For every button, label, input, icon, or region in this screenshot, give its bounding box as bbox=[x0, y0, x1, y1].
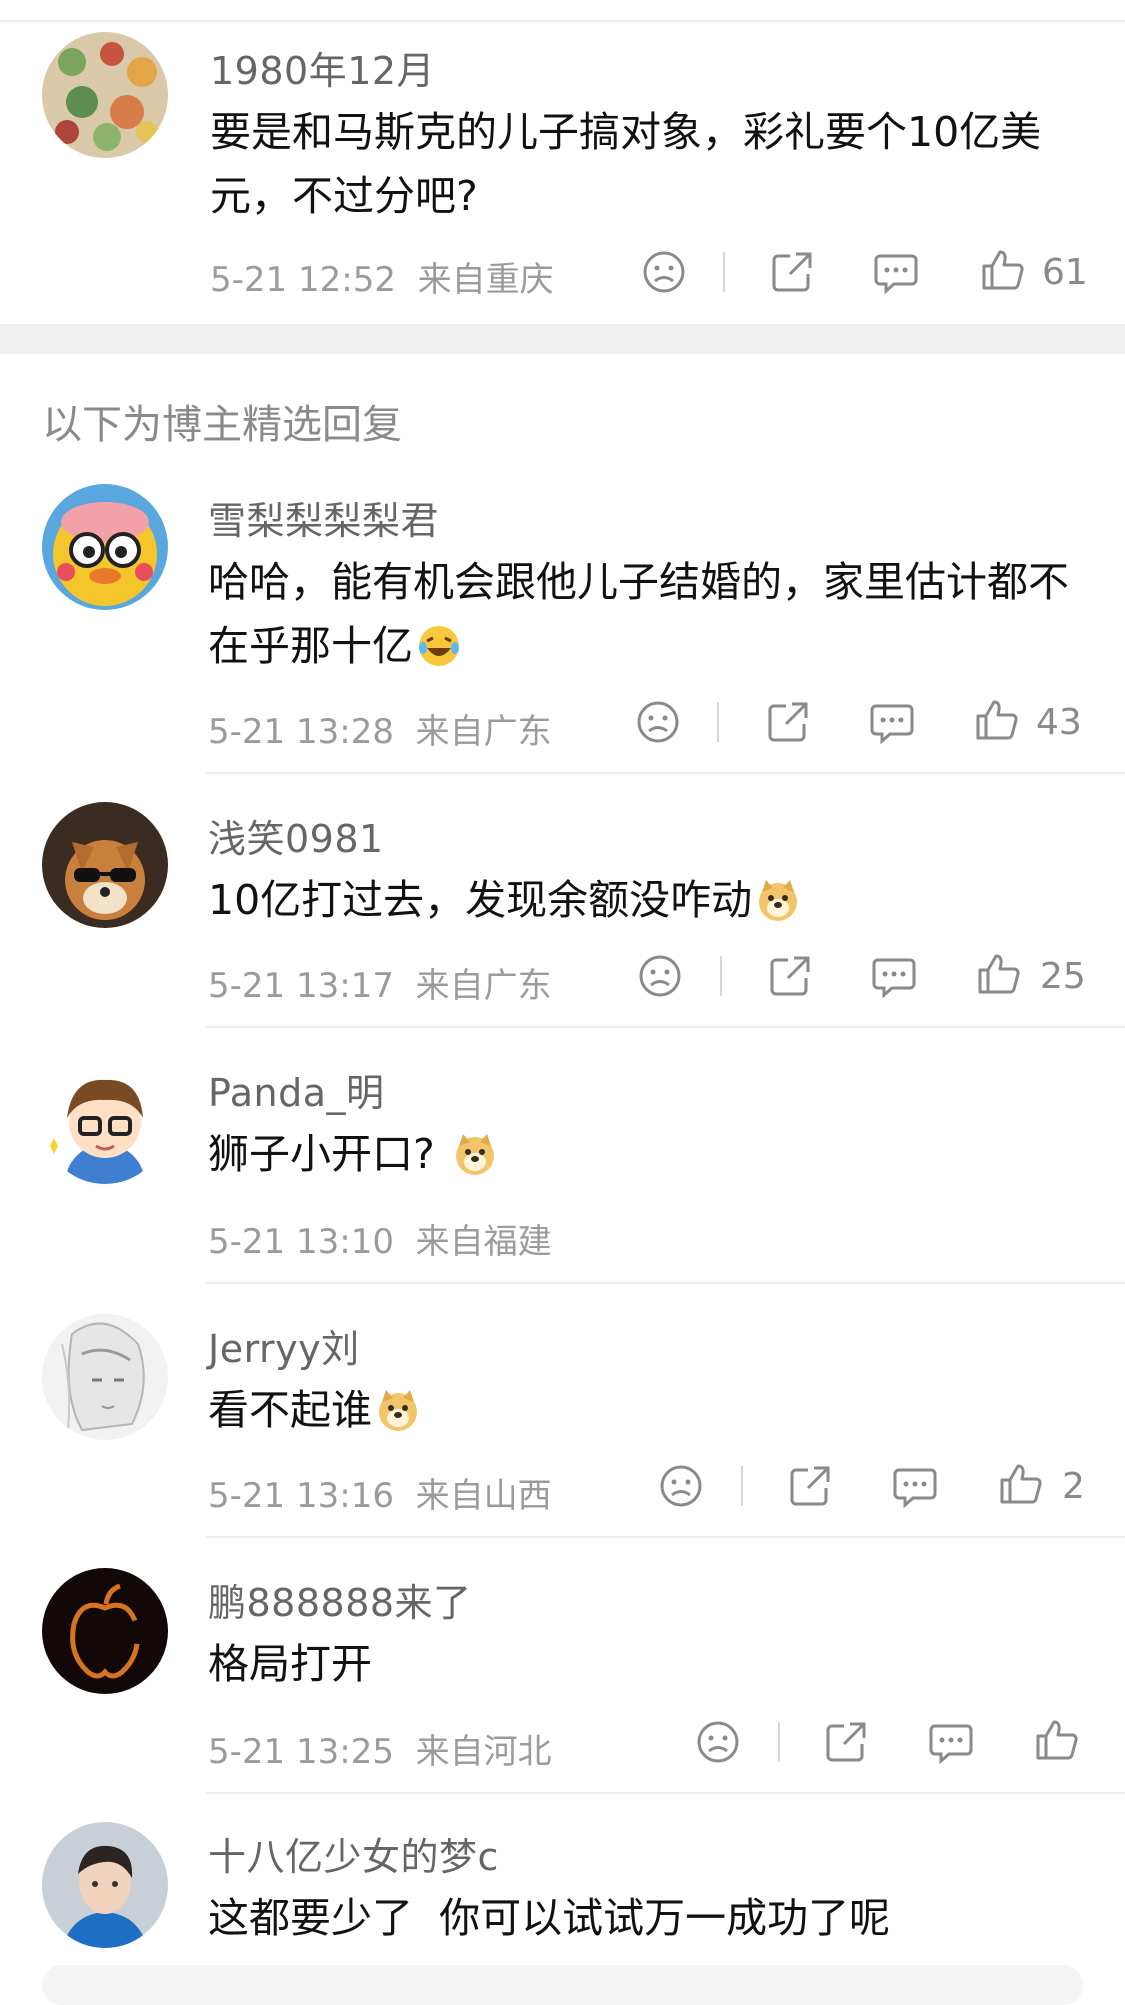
thumbs-up-icon[interactable] bbox=[1034, 1718, 1078, 1762]
comment-text-line: 元，不过分吧? bbox=[210, 172, 478, 220]
frown-icon[interactable] bbox=[642, 250, 686, 294]
comment-text-line: 10亿打过去，发现余额没咋动 bbox=[208, 876, 753, 924]
comment-text-line: 狮子小开口? bbox=[208, 1130, 435, 1178]
action-divider bbox=[720, 956, 722, 996]
top-divider bbox=[0, 20, 1125, 22]
comment-text: 狮子小开口? bbox=[208, 1122, 1088, 1186]
comment-location: 来自重庆 bbox=[417, 260, 554, 300]
comment-text: 看不起谁 bbox=[208, 1378, 1088, 1442]
thumbs-up-icon[interactable] bbox=[980, 248, 1024, 292]
comment-time: 5-21 13:10 bbox=[208, 1222, 394, 1262]
comment-location: 来自河北 bbox=[415, 1732, 552, 1772]
section-title: 以下为博主精选回复 bbox=[42, 402, 402, 448]
comment-username[interactable]: 1980年12月 bbox=[210, 40, 435, 95]
comment-meta: 5-21 12:52 来自重庆 bbox=[210, 252, 554, 301]
doge-emoji bbox=[453, 1130, 497, 1175]
share-icon[interactable] bbox=[766, 700, 810, 744]
reply-separator bbox=[206, 1026, 1125, 1028]
comment-meta: 5-21 13:10 来自福建 bbox=[208, 1214, 552, 1263]
frown-icon[interactable] bbox=[638, 954, 682, 998]
comment-icon[interactable] bbox=[870, 700, 914, 744]
comment-text: 这都要少了 你可以试试万一成功了呢 bbox=[208, 1886, 1088, 1950]
comment-text-line: 格局打开 bbox=[208, 1640, 372, 1688]
like-count: 2 bbox=[1062, 1466, 1085, 1507]
reply-separator bbox=[206, 1282, 1125, 1284]
share-icon[interactable] bbox=[768, 954, 812, 998]
comment-time: 5-21 13:25 bbox=[208, 1732, 394, 1772]
comment-meta: 5-21 13:28 来自广东 bbox=[208, 704, 552, 753]
comment-meta: 5-21 13:17 来自广东 bbox=[208, 958, 552, 1007]
comment-meta: 5-21 13:16 来自山西 bbox=[208, 1468, 552, 1517]
action-divider bbox=[717, 702, 719, 742]
comment-username[interactable]: Panda_明 bbox=[208, 1062, 385, 1117]
comment-text: 格局打开 bbox=[208, 1632, 1088, 1696]
share-icon[interactable] bbox=[788, 1464, 832, 1508]
avatar[interactable] bbox=[42, 1822, 168, 1948]
bottom-input-bar[interactable] bbox=[42, 1965, 1083, 2005]
doge-emoji bbox=[376, 1386, 420, 1431]
frown-icon[interactable] bbox=[659, 1464, 703, 1508]
frown-icon[interactable] bbox=[696, 1720, 740, 1764]
comment-text-line: 这都要少了 你可以试试万一成功了呢 bbox=[208, 1894, 891, 1942]
like-count: 61 bbox=[1042, 252, 1088, 293]
comment-username[interactable]: Jerryy刘 bbox=[208, 1318, 360, 1373]
comment-username[interactable]: 浅笑0981 bbox=[208, 808, 384, 863]
comment-text-line: 要是和马斯克的儿子搞对象，彩礼要个10亿美 bbox=[210, 108, 1042, 156]
comment-text: 要是和马斯克的儿子搞对象，彩礼要个10亿美 元，不过分吧? bbox=[210, 100, 1090, 228]
comment-icon[interactable] bbox=[893, 1464, 937, 1508]
comment-icon[interactable] bbox=[874, 250, 918, 294]
comment-time: 5-21 13:28 bbox=[208, 712, 394, 752]
comment-text: 哈哈，能有机会跟他儿子结婚的，家里估计都不 在乎那十亿 bbox=[208, 550, 1088, 678]
section-divider bbox=[0, 324, 1125, 354]
comment-text: 10亿打过去，发现余额没咋动 bbox=[208, 868, 1088, 932]
avatar[interactable] bbox=[42, 1568, 168, 1694]
like-count: 43 bbox=[1036, 702, 1082, 743]
comment-location: 来自广东 bbox=[415, 712, 552, 752]
thumbs-up-icon[interactable] bbox=[974, 698, 1018, 742]
comment-icon[interactable] bbox=[872, 954, 916, 998]
share-icon[interactable] bbox=[770, 250, 814, 294]
reply-separator bbox=[206, 1536, 1125, 1538]
action-divider bbox=[723, 252, 725, 292]
comment-location: 来自福建 bbox=[415, 1222, 552, 1262]
comment-location: 来自广东 bbox=[415, 966, 552, 1006]
comment-text-line: 在乎那十亿 bbox=[208, 622, 413, 670]
comment-username[interactable]: 雪梨梨梨梨君 bbox=[208, 490, 439, 545]
avatar[interactable] bbox=[42, 32, 168, 158]
reply-separator bbox=[206, 1792, 1125, 1794]
comment-time: 5-21 13:17 bbox=[208, 966, 394, 1006]
frown-icon[interactable] bbox=[636, 700, 680, 744]
comment-username[interactable]: 鹏888888来了 bbox=[208, 1572, 472, 1627]
comment-meta: 5-21 13:25 来自河北 bbox=[208, 1724, 552, 1773]
comment-text-line: 哈哈，能有机会跟他儿子结婚的，家里估计都不 bbox=[208, 558, 1069, 606]
share-icon[interactable] bbox=[824, 1720, 868, 1764]
comment-username[interactable]: 十八亿少女的梦c bbox=[208, 1826, 499, 1881]
reply-separator bbox=[206, 772, 1125, 774]
thumbs-up-icon[interactable] bbox=[976, 952, 1020, 996]
doge-emoji bbox=[756, 876, 800, 921]
comment-icon[interactable] bbox=[929, 1720, 973, 1764]
comment-location: 来自山西 bbox=[415, 1476, 552, 1516]
comment-time: 5-21 12:52 bbox=[210, 260, 396, 300]
action-divider bbox=[778, 1722, 780, 1762]
thumbs-up-icon[interactable] bbox=[998, 1462, 1042, 1506]
avatar[interactable] bbox=[42, 1058, 168, 1184]
like-count: 25 bbox=[1040, 956, 1086, 997]
comment-time: 5-21 13:16 bbox=[208, 1476, 394, 1516]
avatar[interactable] bbox=[42, 1314, 168, 1440]
laugh-cry-emoji bbox=[417, 622, 461, 666]
action-divider bbox=[741, 1466, 743, 1506]
avatar[interactable] bbox=[42, 484, 168, 610]
avatar[interactable] bbox=[42, 802, 168, 928]
comment-text-line: 看不起谁 bbox=[208, 1386, 372, 1434]
